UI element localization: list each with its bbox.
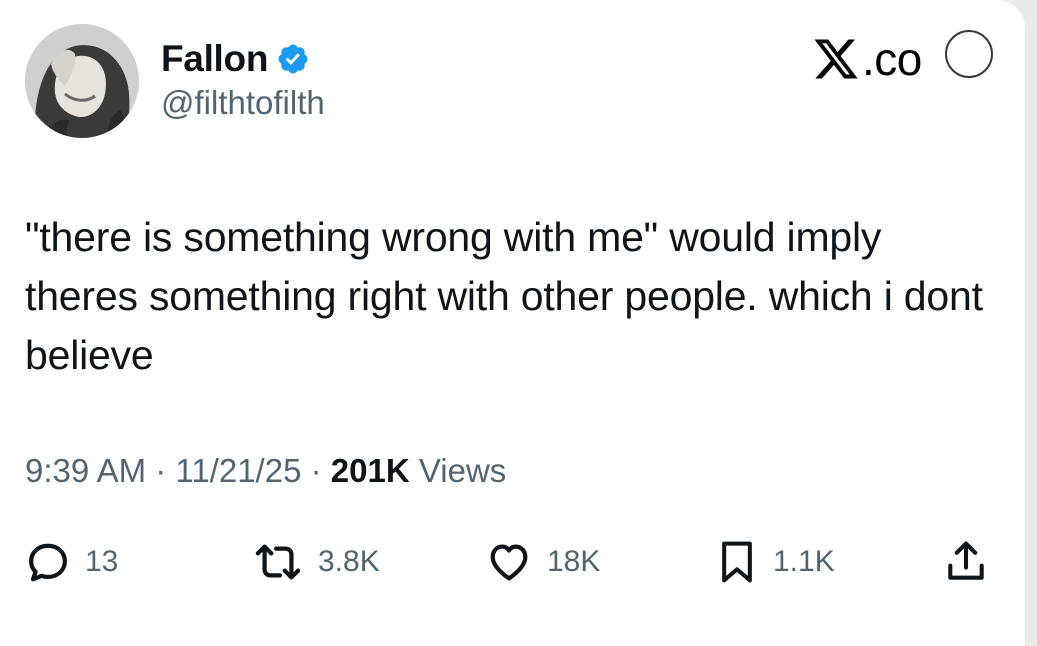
reply-icon (29, 543, 67, 582)
reply-count: 13 (85, 545, 119, 578)
action-bar: 13 3.8K 18K 1.1K (25, 536, 1005, 588)
avatar-photo (25, 24, 139, 138)
bookmark-count: 1.1K (773, 545, 835, 578)
verified-badge-icon (276, 42, 310, 76)
like-icon (490, 544, 528, 581)
reply-button[interactable]: 13 (25, 536, 118, 588)
tweet-card: Fallon @filthtofilth .co "there is somet… (0, 0, 1025, 646)
author-name[interactable]: Fallon (161, 38, 268, 80)
author-name-row: Fallon (161, 38, 310, 80)
views-label: Views (418, 452, 507, 489)
share-button[interactable] (943, 536, 989, 588)
tweet-text: "there is something wrong with me" would… (25, 214, 983, 378)
like-count: 18K (547, 545, 601, 578)
share-icon (948, 541, 984, 580)
like-button[interactable]: 18K (485, 536, 600, 588)
bookmark-button[interactable]: 1.1K (715, 536, 835, 588)
author-handle[interactable]: @filthtofilth (161, 84, 325, 122)
repost-button[interactable]: 3.8K (252, 536, 380, 588)
brand-watermark: .co (812, 32, 922, 86)
avatar[interactable] (25, 24, 139, 138)
tweet-time[interactable]: 9:39 AM (25, 452, 146, 489)
tweet-date[interactable]: 11/21/25 (175, 452, 301, 489)
repost-icon (255, 544, 301, 580)
x-logo-icon (814, 39, 858, 79)
tweet-meta: 9:39 AM · 11/21/25 · 201K Views (25, 452, 506, 490)
brand-text: .co (862, 33, 922, 85)
screenshot-overlay-circle (945, 30, 993, 78)
repost-count: 3.8K (318, 545, 380, 578)
views-count[interactable]: 201K (331, 452, 410, 489)
bookmark-icon (722, 541, 752, 583)
meta-separator: · (155, 452, 167, 489)
meta-separator: · (310, 452, 322, 489)
